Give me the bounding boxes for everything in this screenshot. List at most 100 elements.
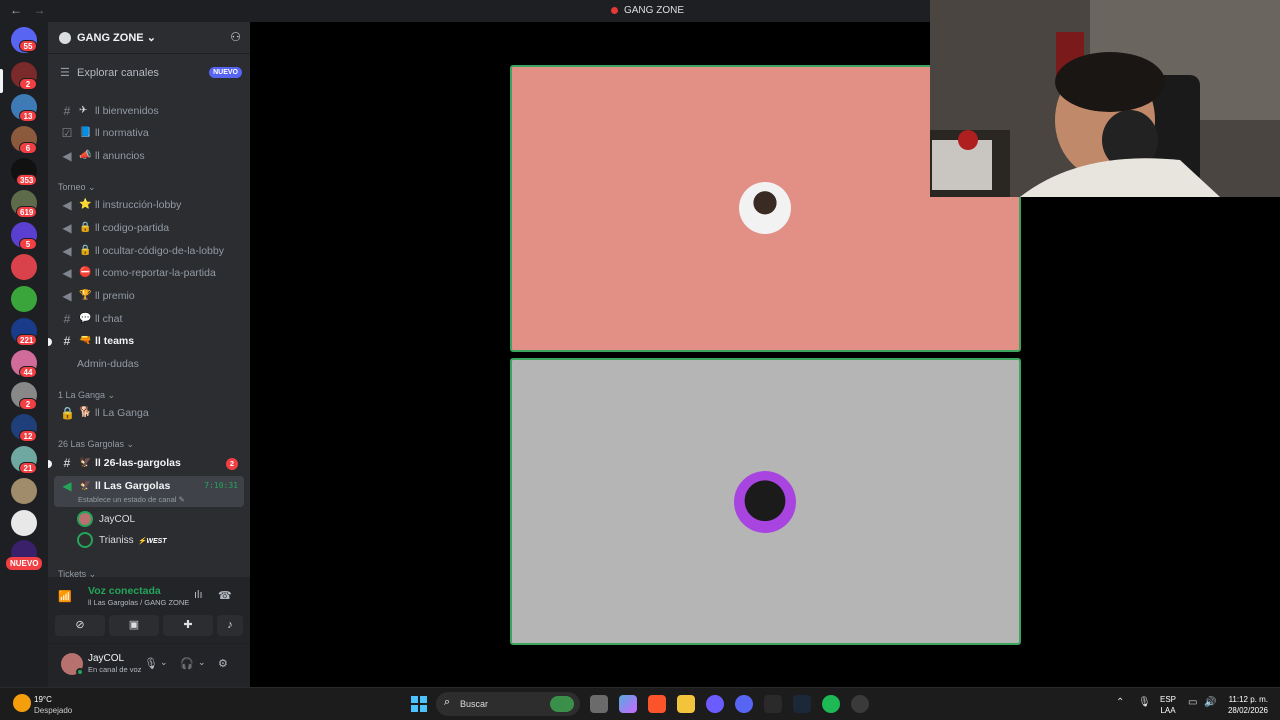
- user-name-text: Trianiss: [99, 535, 134, 546]
- channel-label: ll Las Gargolas: [95, 480, 171, 492]
- server-icon[interactable]: [11, 286, 37, 312]
- channel-label: ll como-reportar-la-partida: [95, 267, 216, 279]
- server-icon[interactable]: [11, 478, 37, 504]
- file-explorer-icon[interactable]: [677, 695, 695, 713]
- channel-premio[interactable]: ◀ 🏆 ll premio: [54, 286, 244, 307]
- weather-temperature[interactable]: 19°C: [34, 695, 52, 704]
- category-label: 1 La Ganga: [58, 390, 106, 400]
- system-clock[interactable]: 11:12 p. m. 28/02/2026: [1226, 694, 1268, 716]
- signal-icon[interactable]: 📶: [58, 590, 72, 603]
- spotify-icon[interactable]: [822, 695, 840, 713]
- chevron-up-icon[interactable]: ⌃: [1116, 697, 1124, 708]
- channel-chat[interactable]: # 💬 ll chat: [54, 309, 244, 330]
- megaphone-icon: ◀: [62, 198, 72, 212]
- participant-tile[interactable]: [510, 358, 1021, 645]
- weather-icon[interactable]: [13, 694, 31, 712]
- category-la-ganga[interactable]: 1 La Ganga ⌄: [58, 390, 115, 401]
- audio-app-icon[interactable]: [764, 695, 782, 713]
- server-icon[interactable]: [11, 254, 37, 280]
- selected-server-pill: [0, 69, 3, 93]
- channel-anuncios[interactable]: ◀ 📣 ll anuncios: [54, 146, 244, 167]
- activities-button[interactable]: ✚: [163, 615, 213, 636]
- user-panel: JayCOL En canal de voz 🎙 ⌄ 🎧 ⌄ ⚙: [48, 644, 250, 687]
- hashtag-icon: #: [63, 456, 71, 470]
- language-indicator[interactable]: ESP LAA: [1160, 694, 1176, 716]
- channel-la-ganga[interactable]: 🔒 🐕 ll La Ganga: [54, 403, 244, 424]
- lock-icon: 🔒: [60, 406, 75, 420]
- app-icon[interactable]: [706, 695, 724, 713]
- server-badge: 2: [19, 398, 37, 410]
- megaphone-icon: ◀: [62, 266, 72, 280]
- window-title-text: GANG ZONE: [623, 5, 684, 16]
- megaphone-icon: ◀: [62, 221, 72, 235]
- list-icon: ☰: [60, 67, 70, 79]
- chevron-down-icon[interactable]: ⌄: [198, 657, 206, 668]
- avatar: [734, 471, 796, 533]
- copilot-icon[interactable]: [619, 695, 637, 713]
- channel-26-las-gargolas[interactable]: # 🦅 ll 26-las-gargolas 2: [54, 453, 244, 474]
- megaphone-icon: ◀: [62, 289, 72, 303]
- voice-channel-las-gargolas[interactable]: ◀ 🦅 ll Las Gargolas 7:10:31 Establece un…: [54, 476, 244, 507]
- brave-browser-icon[interactable]: [648, 695, 666, 713]
- windows-start-icon[interactable]: [411, 696, 427, 712]
- server-badge: 619: [16, 206, 38, 218]
- channel-codigo-partida[interactable]: ◀ 🔒 ll codigo-partida: [54, 218, 244, 239]
- explore-channels[interactable]: ☰ Explorar canales NUEVO: [54, 63, 244, 83]
- channel-bienvenidos[interactable]: # ✈ ll bienvenidos: [54, 101, 244, 122]
- channel-emoji: 🏆: [79, 290, 92, 301]
- channel-teams[interactable]: # 🔫 ll teams: [54, 331, 244, 352]
- network-icon[interactable]: ▭: [1188, 697, 1197, 708]
- weather-condition[interactable]: Despejado: [34, 706, 72, 715]
- unread-indicator: [48, 338, 52, 346]
- taskbar-search[interactable]: ⌕ Buscar: [436, 692, 580, 716]
- app-icon[interactable]: [851, 695, 869, 713]
- user-name-text: JayCOL: [99, 514, 136, 525]
- channel-como-reportar[interactable]: ◀ ⛔ ll como-reportar-la-partida: [54, 263, 244, 284]
- channel-status-prompt[interactable]: Establece un estado de canal ✎: [78, 495, 185, 504]
- channel-label: ll normativa: [95, 127, 149, 139]
- microphone-tray-icon[interactable]: 🎙: [1138, 697, 1151, 708]
- chevron-down-icon[interactable]: ⌄: [160, 657, 168, 668]
- channel-admin-dudas[interactable]: Admin-dudas: [54, 354, 244, 375]
- disconnect-icon[interactable]: ☎: [218, 589, 232, 602]
- server-badge: 12: [19, 430, 37, 442]
- microphone-icon[interactable]: 🎙: [144, 657, 158, 670]
- task-view-icon[interactable]: [590, 695, 608, 713]
- noise-suppression-icon[interactable]: ılı: [194, 589, 203, 601]
- new-server-badge: NUEVO: [6, 557, 43, 570]
- channel-normativa[interactable]: ☑ 📘 ll normativa: [54, 123, 244, 144]
- soundboard-button[interactable]: ♪: [217, 615, 243, 636]
- gear-icon[interactable]: ⚙: [218, 657, 228, 670]
- discord-icon[interactable]: [735, 695, 753, 713]
- category-las-gargolas[interactable]: 26 Las Gargolas ⌄: [58, 439, 134, 450]
- server-icon[interactable]: [11, 510, 37, 536]
- windows-taskbar: 19°C Despejado ⌕ Buscar ⌃ 🎙 ESP LAA ▭ 🔊 1…: [0, 687, 1280, 720]
- server-mini-icon: [610, 7, 618, 14]
- channel-emoji: 🦅: [79, 457, 92, 468]
- guild-header[interactable]: GANG ZONE ⌄ ⚇: [48, 22, 250, 54]
- channel-instruccion-lobby[interactable]: ◀ ⭐ ll instrucción-lobby: [54, 195, 244, 216]
- channel-label: Admin-dudas: [77, 358, 139, 370]
- server-badge: 44: [19, 366, 37, 378]
- channel-emoji: 📘: [79, 127, 92, 138]
- channel-ocultar-codigo[interactable]: ◀ 🔒 ll ocultar-código-de-la-lobby: [54, 241, 244, 262]
- headphones-icon[interactable]: 🎧: [180, 657, 194, 670]
- channel-label: ll anuncios: [95, 150, 145, 162]
- camera-button[interactable]: ⊘: [55, 615, 105, 636]
- invite-people-icon[interactable]: ⚇: [230, 30, 241, 44]
- voice-location[interactable]: ll Las Gargolas / GANG ZONE: [88, 598, 189, 607]
- server-badge: 5: [19, 238, 37, 250]
- channel-label: ll codigo-partida: [95, 222, 170, 234]
- server-badge: 21: [19, 462, 37, 474]
- voice-user-name: Trianiss ⚡WEST: [99, 535, 167, 546]
- language-code: ESP: [1160, 695, 1177, 704]
- steam-icon[interactable]: [793, 695, 811, 713]
- channel-emoji: 🔒: [79, 245, 92, 256]
- channel-emoji: 📣: [79, 150, 92, 161]
- guild-name-text: GANG ZONE: [77, 32, 144, 44]
- channel-emoji: 💬: [79, 313, 92, 324]
- volume-icon[interactable]: 🔊: [1204, 697, 1216, 708]
- screenshare-button[interactable]: ▣: [109, 615, 159, 636]
- user-name[interactable]: JayCOL: [88, 653, 124, 664]
- category-torneo[interactable]: Torneo ⌄: [58, 182, 96, 193]
